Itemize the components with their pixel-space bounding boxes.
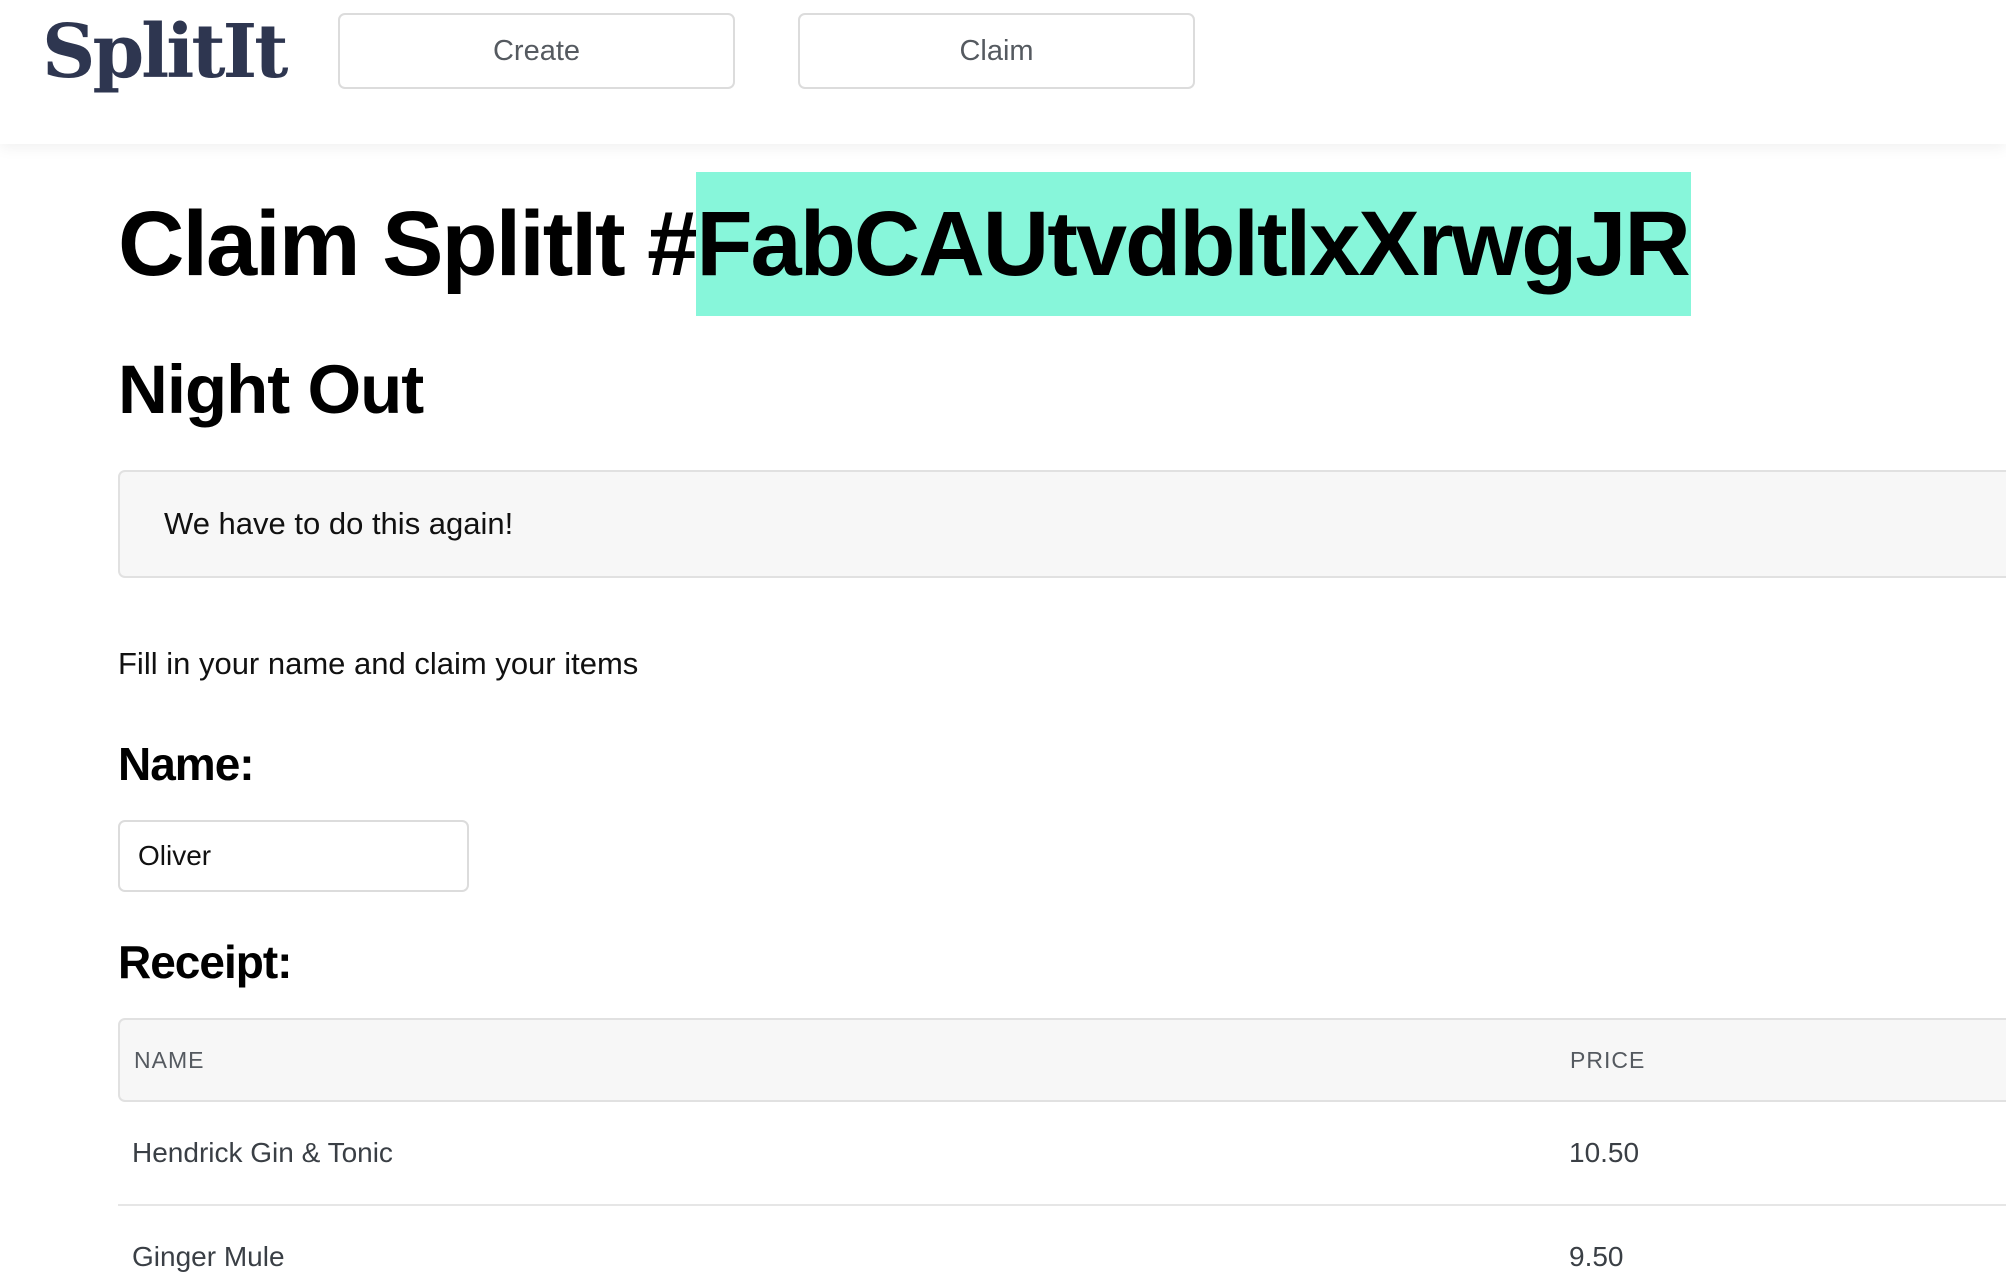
table-row[interactable]: Hendrick Gin & Tonic 10.50 <box>118 1102 2006 1206</box>
item-price: 10.50 <box>1569 1137 1640 1168</box>
split-title: Night Out <box>118 351 424 428</box>
table-row[interactable]: Ginger Mule 9.50 <box>118 1206 2006 1272</box>
split-message-box: We have to do this again! <box>118 470 2006 578</box>
claim-instruction: Fill in your name and claim your items <box>118 646 639 681</box>
column-header-price: PRICE <box>1570 1047 1646 1073</box>
receipt-table-header: NAME PRICE <box>118 1018 2006 1102</box>
splitit-logo[interactable]: SplitIt <box>42 4 288 100</box>
column-header-name: NAME <box>134 1047 205 1073</box>
splitit-code[interactable]: FabCAUtvdbltlxXrwgJR <box>696 172 1691 316</box>
item-price: 9.50 <box>1569 1241 1624 1272</box>
page-title: Claim SplitIt #FabCAUtvdbltlxXrwgJR <box>118 172 1691 316</box>
claim-button[interactable]: Claim <box>798 13 1195 89</box>
receipt-table: NAME PRICE Hendrick Gin & Tonic 10.50 Gi… <box>118 1018 2006 1272</box>
receipt-label: Receipt: <box>118 936 292 988</box>
claim-page-content: Claim SplitIt #FabCAUtvdbltlxXrwgJR Nigh… <box>118 144 2006 1272</box>
title-prefix: Claim SplitIt # <box>118 193 698 295</box>
name-input[interactable] <box>118 820 469 892</box>
name-label: Name: <box>118 738 255 790</box>
item-name: Ginger Mule <box>132 1241 285 1272</box>
create-button[interactable]: Create <box>338 13 735 89</box>
split-message: We have to do this again! <box>164 506 514 541</box>
item-name: Hendrick Gin & Tonic <box>132 1137 393 1168</box>
top-navigation-bar: SplitIt Create Claim <box>0 0 2006 144</box>
